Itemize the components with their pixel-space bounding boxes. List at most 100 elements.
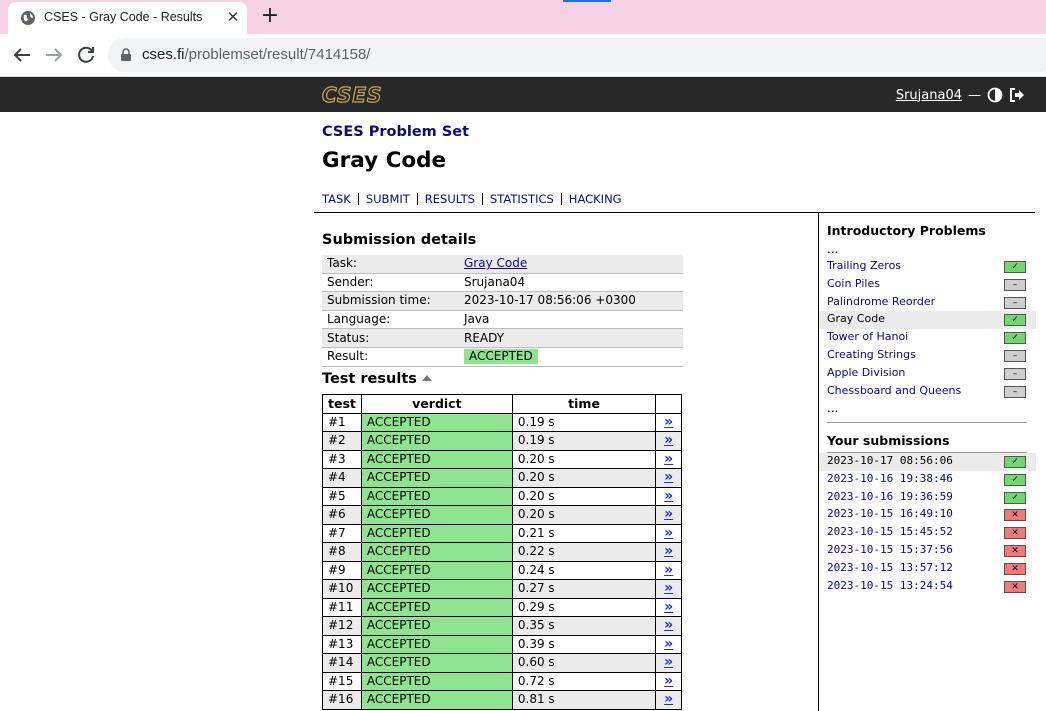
test-detail-link[interactable]: » bbox=[664, 654, 673, 670]
nav-statistics[interactable]: STATISTICS bbox=[490, 192, 554, 206]
status-none-icon: – bbox=[1004, 367, 1026, 380]
task-link[interactable]: Gray Code bbox=[464, 256, 527, 270]
username-link[interactable]: Srujana04 bbox=[896, 88, 962, 103]
status-none-icon: – bbox=[1004, 385, 1026, 398]
nav-hacking[interactable]: HACKING bbox=[569, 192, 622, 206]
test-detail-link[interactable]: » bbox=[664, 432, 673, 448]
problemset-title[interactable]: CSES Problem Set bbox=[322, 124, 469, 140]
submission-item-label[interactable]: 2023-10-15 13:57:12 bbox=[827, 561, 953, 574]
status-bad-icon: ✕ bbox=[1004, 545, 1026, 557]
status-ok-icon: ✓ bbox=[1004, 261, 1026, 273]
problem-item[interactable]: Coin Piles – bbox=[819, 276, 1036, 294]
test-detail-link[interactable]: » bbox=[664, 506, 673, 522]
test-detail-link[interactable]: » bbox=[664, 617, 673, 633]
problem-item[interactable]: Trailing Zeros ✓ bbox=[819, 258, 1036, 276]
submission-item[interactable]: 2023-10-16 19:38:46 ✓ bbox=[819, 471, 1036, 489]
submission-item-label[interactable]: 2023-10-16 19:36:59 bbox=[827, 490, 953, 503]
browser-tab[interactable]: CSES - Gray Code - Results ✕ bbox=[8, 2, 247, 34]
problem-item[interactable]: Apple Division – bbox=[819, 365, 1036, 383]
test-verdict: ACCEPTED bbox=[360, 523, 513, 543]
close-tab-icon[interactable]: ✕ bbox=[225, 9, 241, 25]
list-ellipsis-top: ... bbox=[827, 242, 839, 256]
test-verdict: ACCEPTED bbox=[360, 634, 513, 654]
submission-item[interactable]: 2023-10-15 13:24:54 ✕ bbox=[819, 578, 1036, 596]
test-detail-link[interactable]: » bbox=[664, 488, 673, 504]
problem-item-label[interactable]: Chessboard and Queens bbox=[827, 384, 961, 397]
test-detail-cell: » bbox=[655, 523, 682, 543]
globe-icon bbox=[21, 11, 35, 25]
problem-item-label[interactable]: Palindrome Reorder bbox=[827, 295, 935, 308]
submission-item[interactable]: 2023-10-15 15:45:52 ✕ bbox=[819, 524, 1036, 542]
test-detail-cell: » bbox=[655, 542, 682, 562]
problem-item[interactable]: Chessboard and Queens – bbox=[819, 383, 1036, 401]
test-detail-link[interactable]: » bbox=[664, 525, 673, 541]
submission-item-label[interactable]: 2023-10-15 15:37:56 bbox=[827, 543, 953, 556]
reload-icon[interactable] bbox=[74, 43, 98, 67]
table-row: #6 ACCEPTED 0.20 s » bbox=[322, 505, 682, 525]
table-row: #1 ACCEPTED 0.19 s » bbox=[322, 412, 682, 432]
test-number: #7 bbox=[322, 523, 362, 543]
collapse-arrow-icon[interactable] bbox=[421, 375, 432, 381]
submission-item[interactable]: 2023-10-15 15:37:56 ✕ bbox=[819, 542, 1036, 560]
test-verdict: ACCEPTED bbox=[360, 542, 513, 562]
test-number: #11 bbox=[322, 597, 362, 617]
problem-item-label[interactable]: Tower of Hanoi bbox=[827, 330, 908, 343]
lock-icon[interactable] bbox=[119, 48, 133, 62]
submission-item[interactable]: 2023-10-15 13:57:12 ✕ bbox=[819, 560, 1036, 578]
status-bad-icon: ✕ bbox=[1004, 509, 1026, 522]
nav-submit[interactable]: SUBMIT bbox=[366, 192, 410, 206]
test-number: #2 bbox=[322, 431, 362, 451]
submission-item[interactable]: 2023-10-17 08:56:06 ✓ bbox=[819, 453, 1036, 471]
status-ok-icon: ✓ bbox=[1004, 491, 1026, 504]
problem-item-label: Gray Code bbox=[827, 312, 885, 326]
test-verdict: ACCEPTED bbox=[360, 653, 513, 673]
test-detail-link[interactable]: » bbox=[664, 543, 673, 559]
test-detail-link[interactable]: » bbox=[664, 451, 673, 467]
status-bad-icon: ✕ bbox=[1004, 562, 1026, 575]
test-detail-link[interactable]: » bbox=[664, 562, 673, 578]
test-detail-link[interactable]: » bbox=[664, 636, 673, 652]
problem-item[interactable]: Gray Code ✓ bbox=[819, 311, 1036, 330]
submission-item-label[interactable]: 2023-10-15 13:24:54 bbox=[827, 579, 953, 592]
problem-item-label[interactable]: Creating Strings bbox=[827, 348, 916, 361]
submission-item-label[interactable]: 2023-10-16 19:38:46 bbox=[827, 472, 953, 485]
test-detail-link[interactable]: » bbox=[664, 469, 673, 485]
cses-logo[interactable]: CSES bbox=[321, 82, 382, 107]
test-detail-cell: » bbox=[655, 468, 682, 488]
status-bad-icon: ✕ bbox=[1004, 527, 1026, 540]
problem-item-label[interactable]: Trailing Zeros bbox=[827, 259, 901, 272]
test-time: 0.39 s bbox=[511, 634, 657, 654]
test-detail-link[interactable]: » bbox=[664, 414, 673, 430]
submission-item-label[interactable]: 2023-10-15 16:49:10 bbox=[827, 507, 953, 520]
problem-item[interactable]: Creating Strings – bbox=[819, 347, 1036, 365]
status-ok-icon: ✓ bbox=[1004, 314, 1026, 327]
test-number: #6 bbox=[322, 505, 362, 525]
test-detail-link[interactable]: » bbox=[664, 599, 673, 615]
test-detail-link[interactable]: » bbox=[664, 691, 673, 707]
test-detail-link[interactable]: » bbox=[664, 673, 673, 689]
table-header-row: test verdict time bbox=[322, 394, 682, 414]
new-tab-icon[interactable]: + bbox=[259, 4, 281, 28]
test-results-heading: Test results bbox=[322, 371, 432, 387]
nav-task[interactable]: TASK bbox=[322, 192, 351, 206]
back-arrow-icon[interactable] bbox=[10, 43, 34, 67]
problem-item-label[interactable]: Coin Piles bbox=[827, 277, 880, 290]
status-bad-icon: ✕ bbox=[1004, 580, 1026, 593]
submission-item-label[interactable]: 2023-10-17 08:56:06 bbox=[827, 454, 953, 467]
forward-arrow-icon[interactable] bbox=[42, 43, 66, 67]
theme-toggle-icon[interactable] bbox=[987, 87, 1003, 103]
status-ok-icon: ✓ bbox=[1004, 473, 1026, 486]
address-bar[interactable]: cses.fi/problemset/result/7414158/ bbox=[108, 38, 1046, 72]
test-detail-link[interactable]: » bbox=[664, 580, 673, 596]
problem-item[interactable]: Palindrome Reorder – bbox=[819, 294, 1036, 312]
test-time: 0.29 s bbox=[511, 597, 657, 617]
nav-results[interactable]: RESULTS bbox=[425, 192, 475, 206]
problem-item[interactable]: Tower of Hanoi ✓ bbox=[819, 329, 1036, 347]
submission-item[interactable]: 2023-10-15 16:49:10 ✕ bbox=[819, 506, 1036, 524]
problem-item-label[interactable]: Apple Division bbox=[827, 366, 905, 379]
column-header-verdict: verdict bbox=[360, 394, 513, 414]
table-row: #4 ACCEPTED 0.20 s » bbox=[322, 468, 682, 488]
submission-item-label[interactable]: 2023-10-15 15:45:52 bbox=[827, 525, 953, 538]
logout-icon[interactable] bbox=[1009, 87, 1026, 103]
submission-item[interactable]: 2023-10-16 19:36:59 ✓ bbox=[819, 489, 1036, 507]
